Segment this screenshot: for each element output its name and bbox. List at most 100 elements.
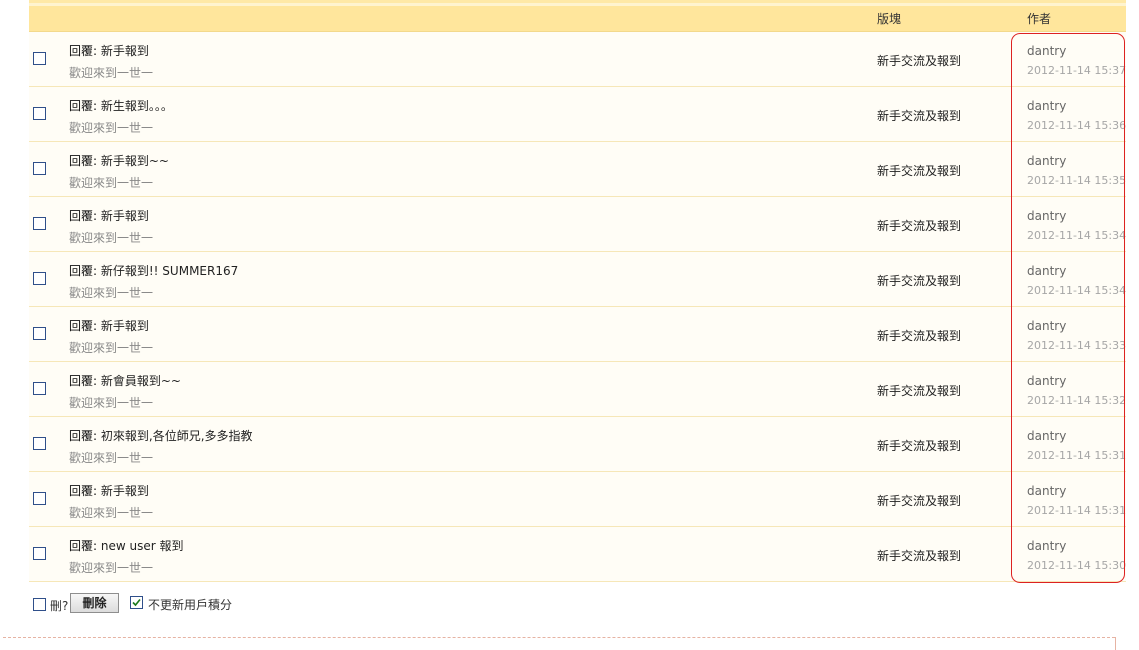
thread-link[interactable]: 歡迎來到一世一 <box>69 64 153 81</box>
table-row: 回覆: 初來報到,各位師兄,多多指教 歡迎來到一世一 新手交流及報到 dantry 20… <box>29 417 1126 472</box>
post-rows: 回覆: 新手報到 歡迎來到一世一 新手交流及報到 dantry 2012-11-14 1… <box>29 32 1126 582</box>
table-row: 回覆: 新手報到 歡迎來到一世一 新手交流及報到 dantry 2012-11-14 1… <box>29 32 1126 87</box>
table-row: 回覆: 新會員報到~~ 歡迎來到一世一 新手交流及報到 dantry 2012-11-1… <box>29 362 1126 417</box>
reply-prefix: 回覆: <box>69 374 98 388</box>
post-date: 2012-11-14 15:30 <box>1027 559 1127 572</box>
post-date: 2012-11-14 15:35 <box>1027 174 1127 187</box>
reply-prefix: 回覆: <box>69 429 98 443</box>
post-title: 新手報到 <box>100 209 149 223</box>
post-date: 2012-11-14 15:37 <box>1027 64 1127 77</box>
table-row: 回覆: 新仔報到!! SUMMER167 歡迎來到一世一 新手交流及報到 dantry… <box>29 252 1126 307</box>
post-date: 2012-11-14 15:34 <box>1027 284 1127 297</box>
post-title-link[interactable]: 回覆: 初來報到,各位師兄,多多指教 <box>69 427 253 444</box>
reply-prefix: 回覆: <box>69 99 98 113</box>
thread-link[interactable]: 歡迎來到一世一 <box>69 284 153 301</box>
post-title-link[interactable]: 回覆: new user 報到 <box>69 537 183 554</box>
author-link[interactable]: dantry <box>1027 429 1066 443</box>
table-row: 回覆: 新手報到 歡迎來到一世一 新手交流及報到 dantry 2012-11-14 1… <box>29 197 1126 252</box>
author-link[interactable]: dantry <box>1027 539 1066 553</box>
post-title-link[interactable]: 回覆: 新生報到。。。 <box>69 97 173 114</box>
board-link[interactable]: 新手交流及報到 <box>877 547 961 564</box>
post-title-link[interactable]: 回覆: 新手報到~~ <box>69 152 169 169</box>
post-list: 版塊 作者 回覆: 新手報到 歡迎來到一世一 新手交流及報到 dantry 2012-1… <box>29 0 1126 582</box>
post-title: 新生報到。。。 <box>100 99 173 113</box>
list-header: 版塊 作者 <box>29 0 1126 32</box>
column-header-board: 版塊 <box>877 12 902 26</box>
row-checkbox[interactable] <box>33 327 46 340</box>
reply-prefix: 回覆: <box>69 264 98 278</box>
row-checkbox[interactable] <box>33 52 46 65</box>
delete-button[interactable]: 刪除 <box>70 593 119 613</box>
board-link[interactable]: 新手交流及報到 <box>877 492 961 509</box>
thread-link[interactable]: 歡迎來到一世一 <box>69 394 153 411</box>
post-title-link[interactable]: 回覆: 新仔報到!! SUMMER167 <box>69 262 238 279</box>
post-title: new user 報到 <box>100 539 184 553</box>
reply-prefix: 回覆: <box>69 319 98 333</box>
reply-prefix: 回覆: <box>69 484 98 498</box>
reply-prefix: 回覆: <box>69 539 98 553</box>
table-row: 回覆: 新手報到 歡迎來到一世一 新手交流及報到 dantry 2012-11-14 1… <box>29 307 1126 362</box>
board-link[interactable]: 新手交流及報到 <box>877 107 961 124</box>
post-title: 新仔報到!! SUMMER167 <box>100 264 239 278</box>
no-credit-label: 不更新用戶積分 <box>148 598 233 612</box>
author-link[interactable]: dantry <box>1027 484 1066 498</box>
column-header-author: 作者 <box>1027 12 1052 26</box>
row-checkbox[interactable] <box>33 162 46 175</box>
author-link[interactable]: dantry <box>1027 264 1066 278</box>
post-title-link[interactable]: 回覆: 新手報到 <box>69 317 149 334</box>
board-link[interactable]: 新手交流及報到 <box>877 217 961 234</box>
row-checkbox[interactable] <box>33 547 46 560</box>
author-link[interactable]: dantry <box>1027 99 1066 113</box>
checkmark-icon <box>132 598 141 607</box>
post-date: 2012-11-14 15:36 <box>1027 119 1127 132</box>
post-title: 新會員報到~~ <box>100 374 181 388</box>
post-date: 2012-11-14 15:31 <box>1027 504 1127 517</box>
table-row: 回覆: 新手報到 歡迎來到一世一 新手交流及報到 dantry 2012-11-14 1… <box>29 472 1126 527</box>
select-all-checkbox[interactable] <box>33 598 46 611</box>
board-link[interactable]: 新手交流及報到 <box>877 437 961 454</box>
post-date: 2012-11-14 15:34 <box>1027 229 1127 242</box>
author-link[interactable]: dantry <box>1027 44 1066 58</box>
reply-prefix: 回覆: <box>69 209 98 223</box>
row-checkbox[interactable] <box>33 492 46 505</box>
author-link[interactable]: dantry <box>1027 154 1066 168</box>
board-link[interactable]: 新手交流及報到 <box>877 272 961 289</box>
author-link[interactable]: dantry <box>1027 374 1066 388</box>
post-date: 2012-11-14 15:31 <box>1027 449 1127 462</box>
reply-prefix: 回覆: <box>69 154 98 168</box>
thread-link[interactable]: 歡迎來到一世一 <box>69 504 153 521</box>
row-checkbox[interactable] <box>33 382 46 395</box>
row-checkbox[interactable] <box>33 437 46 450</box>
no-credit-checkbox[interactable] <box>130 596 143 609</box>
thread-link[interactable]: 歡迎來到一世一 <box>69 559 153 576</box>
thread-link[interactable]: 歡迎來到一世一 <box>69 229 153 246</box>
table-row: 回覆: 新手報到~~ 歡迎來到一世一 新手交流及報到 dantry 2012-11-14… <box>29 142 1126 197</box>
post-title: 新手報到 <box>100 44 149 58</box>
thread-link[interactable]: 歡迎來到一世一 <box>69 339 153 356</box>
board-link[interactable]: 新手交流及報到 <box>877 327 961 344</box>
row-checkbox[interactable] <box>33 217 46 230</box>
post-title-link[interactable]: 回覆: 新手報到 <box>69 207 149 224</box>
thread-link[interactable]: 歡迎來到一世一 <box>69 174 153 191</box>
table-row: 回覆: new user 報到 歡迎來到一世一 新手交流及報到 dantry 2012-… <box>29 527 1126 582</box>
post-title: 初來報到,各位師兄,多多指教 <box>100 429 253 443</box>
select-all-label: 刪? <box>50 599 69 613</box>
row-checkbox[interactable] <box>33 107 46 120</box>
thread-link[interactable]: 歡迎來到一世一 <box>69 119 153 136</box>
board-link[interactable]: 新手交流及報到 <box>877 52 961 69</box>
post-title: 新手報到~~ <box>100 154 169 168</box>
post-title: 新手報到 <box>100 484 149 498</box>
post-date: 2012-11-14 15:32 <box>1027 394 1127 407</box>
post-title-link[interactable]: 回覆: 新手報到 <box>69 42 149 59</box>
thread-link[interactable]: 歡迎來到一世一 <box>69 449 153 466</box>
author-link[interactable]: dantry <box>1027 209 1066 223</box>
divider <box>3 637 1115 638</box>
post-title-link[interactable]: 回覆: 新手報到 <box>69 482 149 499</box>
board-link[interactable]: 新手交流及報到 <box>877 162 961 179</box>
board-link[interactable]: 新手交流及報到 <box>877 382 961 399</box>
post-date: 2012-11-14 15:33 <box>1027 339 1127 352</box>
post-title-link[interactable]: 回覆: 新會員報到~~ <box>69 372 181 389</box>
divider-tick <box>1115 637 1116 650</box>
author-link[interactable]: dantry <box>1027 319 1066 333</box>
row-checkbox[interactable] <box>33 272 46 285</box>
